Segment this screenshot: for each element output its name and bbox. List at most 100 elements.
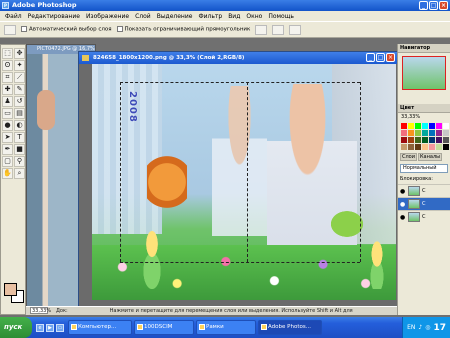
layer-row-selected[interactable]: ● С	[398, 197, 450, 210]
swatch[interactable]	[408, 137, 414, 143]
lasso-tool-icon[interactable]: ʘ	[2, 60, 13, 71]
swatch[interactable]	[429, 144, 435, 150]
magic-wand-tool-icon[interactable]: ✦	[14, 60, 25, 71]
bounding-box-option[interactable]: Показать ограничивающий прямоугольник	[116, 26, 250, 33]
move-tool-icon[interactable]: ✥	[14, 48, 25, 59]
swatch[interactable]	[436, 144, 442, 150]
document-close-button[interactable]: ×	[386, 53, 395, 62]
color-tab[interactable]: Цвет	[398, 104, 450, 113]
swatch[interactable]	[415, 144, 421, 150]
eye-icon[interactable]: ●	[400, 188, 406, 195]
eye-icon[interactable]: ●	[400, 214, 406, 221]
swatch[interactable]	[443, 137, 449, 143]
menu-help[interactable]: Помощь	[268, 13, 294, 20]
swatch[interactable]	[401, 130, 407, 136]
document-size[interactable]: Док: 6,18M/26,4M	[56, 307, 102, 323]
language-indicator[interactable]: EN	[407, 324, 415, 331]
swatch[interactable]	[422, 144, 428, 150]
menu-image[interactable]: Изображение	[86, 13, 129, 20]
notes-tool-icon[interactable]: ▢	[2, 156, 13, 167]
align-bottom-icon[interactable]	[289, 24, 302, 35]
pen-tool-icon[interactable]: ✒	[2, 144, 13, 155]
zoom-field[interactable]: 33,33%	[30, 307, 51, 314]
swatch[interactable]	[422, 130, 428, 136]
task-photoshop[interactable]: Adobe Photos...	[258, 320, 322, 335]
minimize-button[interactable]: _	[419, 1, 428, 10]
maximize-button[interactable]: □	[429, 1, 438, 10]
document-maximize-button[interactable]: □	[376, 53, 385, 62]
ie-icon[interactable]: e	[36, 323, 44, 332]
task-computer[interactable]: Компьютер...	[68, 320, 132, 335]
swatch[interactable]	[401, 137, 407, 143]
swatch[interactable]	[408, 123, 414, 129]
menu-window[interactable]: Окно	[246, 13, 262, 20]
clock[interactable]: 17	[433, 323, 446, 333]
swatch[interactable]	[429, 137, 435, 143]
swatch[interactable]	[422, 137, 428, 143]
start-button[interactable]: пуск	[0, 317, 32, 338]
swatch[interactable]	[415, 137, 421, 143]
brush-tool-icon[interactable]: ✎	[14, 84, 25, 95]
menu-select[interactable]: Выделение	[157, 13, 193, 20]
swatch[interactable]	[436, 130, 442, 136]
menu-file[interactable]: Файл	[5, 13, 22, 20]
desktop-icon[interactable]: ▭	[56, 323, 64, 332]
menu-layer[interactable]: Слой	[135, 13, 151, 20]
align-top-icon[interactable]	[255, 24, 268, 35]
channels-tab[interactable]: Каналы	[418, 153, 443, 161]
menu-filter[interactable]: Фильтр	[198, 13, 222, 20]
healing-brush-tool-icon[interactable]: ✚	[2, 84, 13, 95]
swatch[interactable]	[436, 137, 442, 143]
swatch[interactable]	[443, 144, 449, 150]
navigator-tab[interactable]: Навигатор	[398, 44, 450, 53]
swatch[interactable]	[415, 130, 421, 136]
auto-select-checkbox[interactable]	[21, 26, 27, 33]
history-brush-tool-icon[interactable]: ↺	[14, 96, 25, 107]
auto-select-option[interactable]: Автоматический выбор слоя	[21, 26, 112, 33]
dodge-tool-icon[interactable]: ◐	[14, 120, 25, 131]
layer-row[interactable]: ● С	[398, 184, 450, 197]
swatch[interactable]	[429, 123, 435, 129]
swatch[interactable]	[415, 123, 421, 129]
align-middle-icon[interactable]	[272, 24, 285, 35]
zoom-tool-icon[interactable]: ⌕	[14, 168, 25, 179]
navigator-zoom-value[interactable]: 33,33%	[398, 113, 450, 121]
path-selection-tool-icon[interactable]: ➤	[2, 132, 13, 143]
hand-tool-icon[interactable]: ✋	[2, 168, 13, 179]
layers-tab[interactable]: Слои	[400, 153, 417, 161]
swatch[interactable]	[408, 130, 414, 136]
layer-row[interactable]: ● С	[398, 210, 450, 223]
foreground-color-swatch[interactable]	[4, 283, 17, 296]
eye-icon[interactable]: ●	[400, 201, 406, 208]
move-tool-preset-icon[interactable]	[4, 24, 16, 35]
swatch[interactable]	[443, 130, 449, 136]
menu-view[interactable]: Вид	[228, 13, 240, 20]
crop-tool-icon[interactable]: ⌗	[2, 72, 13, 83]
slice-tool-icon[interactable]: ⟋	[14, 72, 25, 83]
swatch[interactable]	[401, 123, 407, 129]
media-icon[interactable]: ▶	[46, 323, 54, 332]
task-frames[interactable]: Рамки	[196, 320, 256, 335]
swatch[interactable]	[429, 130, 435, 136]
swatch[interactable]	[436, 123, 442, 129]
menu-edit[interactable]: Редактирование	[28, 13, 80, 20]
type-tool-icon[interactable]: T	[14, 132, 25, 143]
document-title[interactable]: 824658_1800x1200.png @ 33,3% (Слой 2,RGB…	[79, 52, 397, 64]
swatch[interactable]	[422, 123, 428, 129]
eraser-tool-icon[interactable]: ▭	[2, 108, 13, 119]
network-icon[interactable]: ◎	[425, 324, 430, 331]
bounding-box-checkbox[interactable]	[116, 26, 123, 33]
blur-tool-icon[interactable]: ●	[2, 120, 13, 131]
close-button[interactable]: ×	[439, 1, 448, 10]
blend-mode-select[interactable]: Нормальный	[400, 164, 448, 173]
document-minimize-button[interactable]: _	[366, 53, 375, 62]
gradient-tool-icon[interactable]: ▤	[14, 108, 25, 119]
swatch[interactable]	[401, 144, 407, 150]
volume-icon[interactable]: ♪	[418, 324, 422, 331]
shape-tool-icon[interactable]: ■	[14, 144, 25, 155]
eyedropper-tool-icon[interactable]: ⚲	[14, 156, 25, 167]
marquee-tool-icon[interactable]: ⬚	[2, 48, 13, 59]
swatch[interactable]	[408, 144, 414, 150]
swatch[interactable]	[443, 123, 449, 129]
task-100dscim[interactable]: 100DSCIM	[134, 320, 194, 335]
